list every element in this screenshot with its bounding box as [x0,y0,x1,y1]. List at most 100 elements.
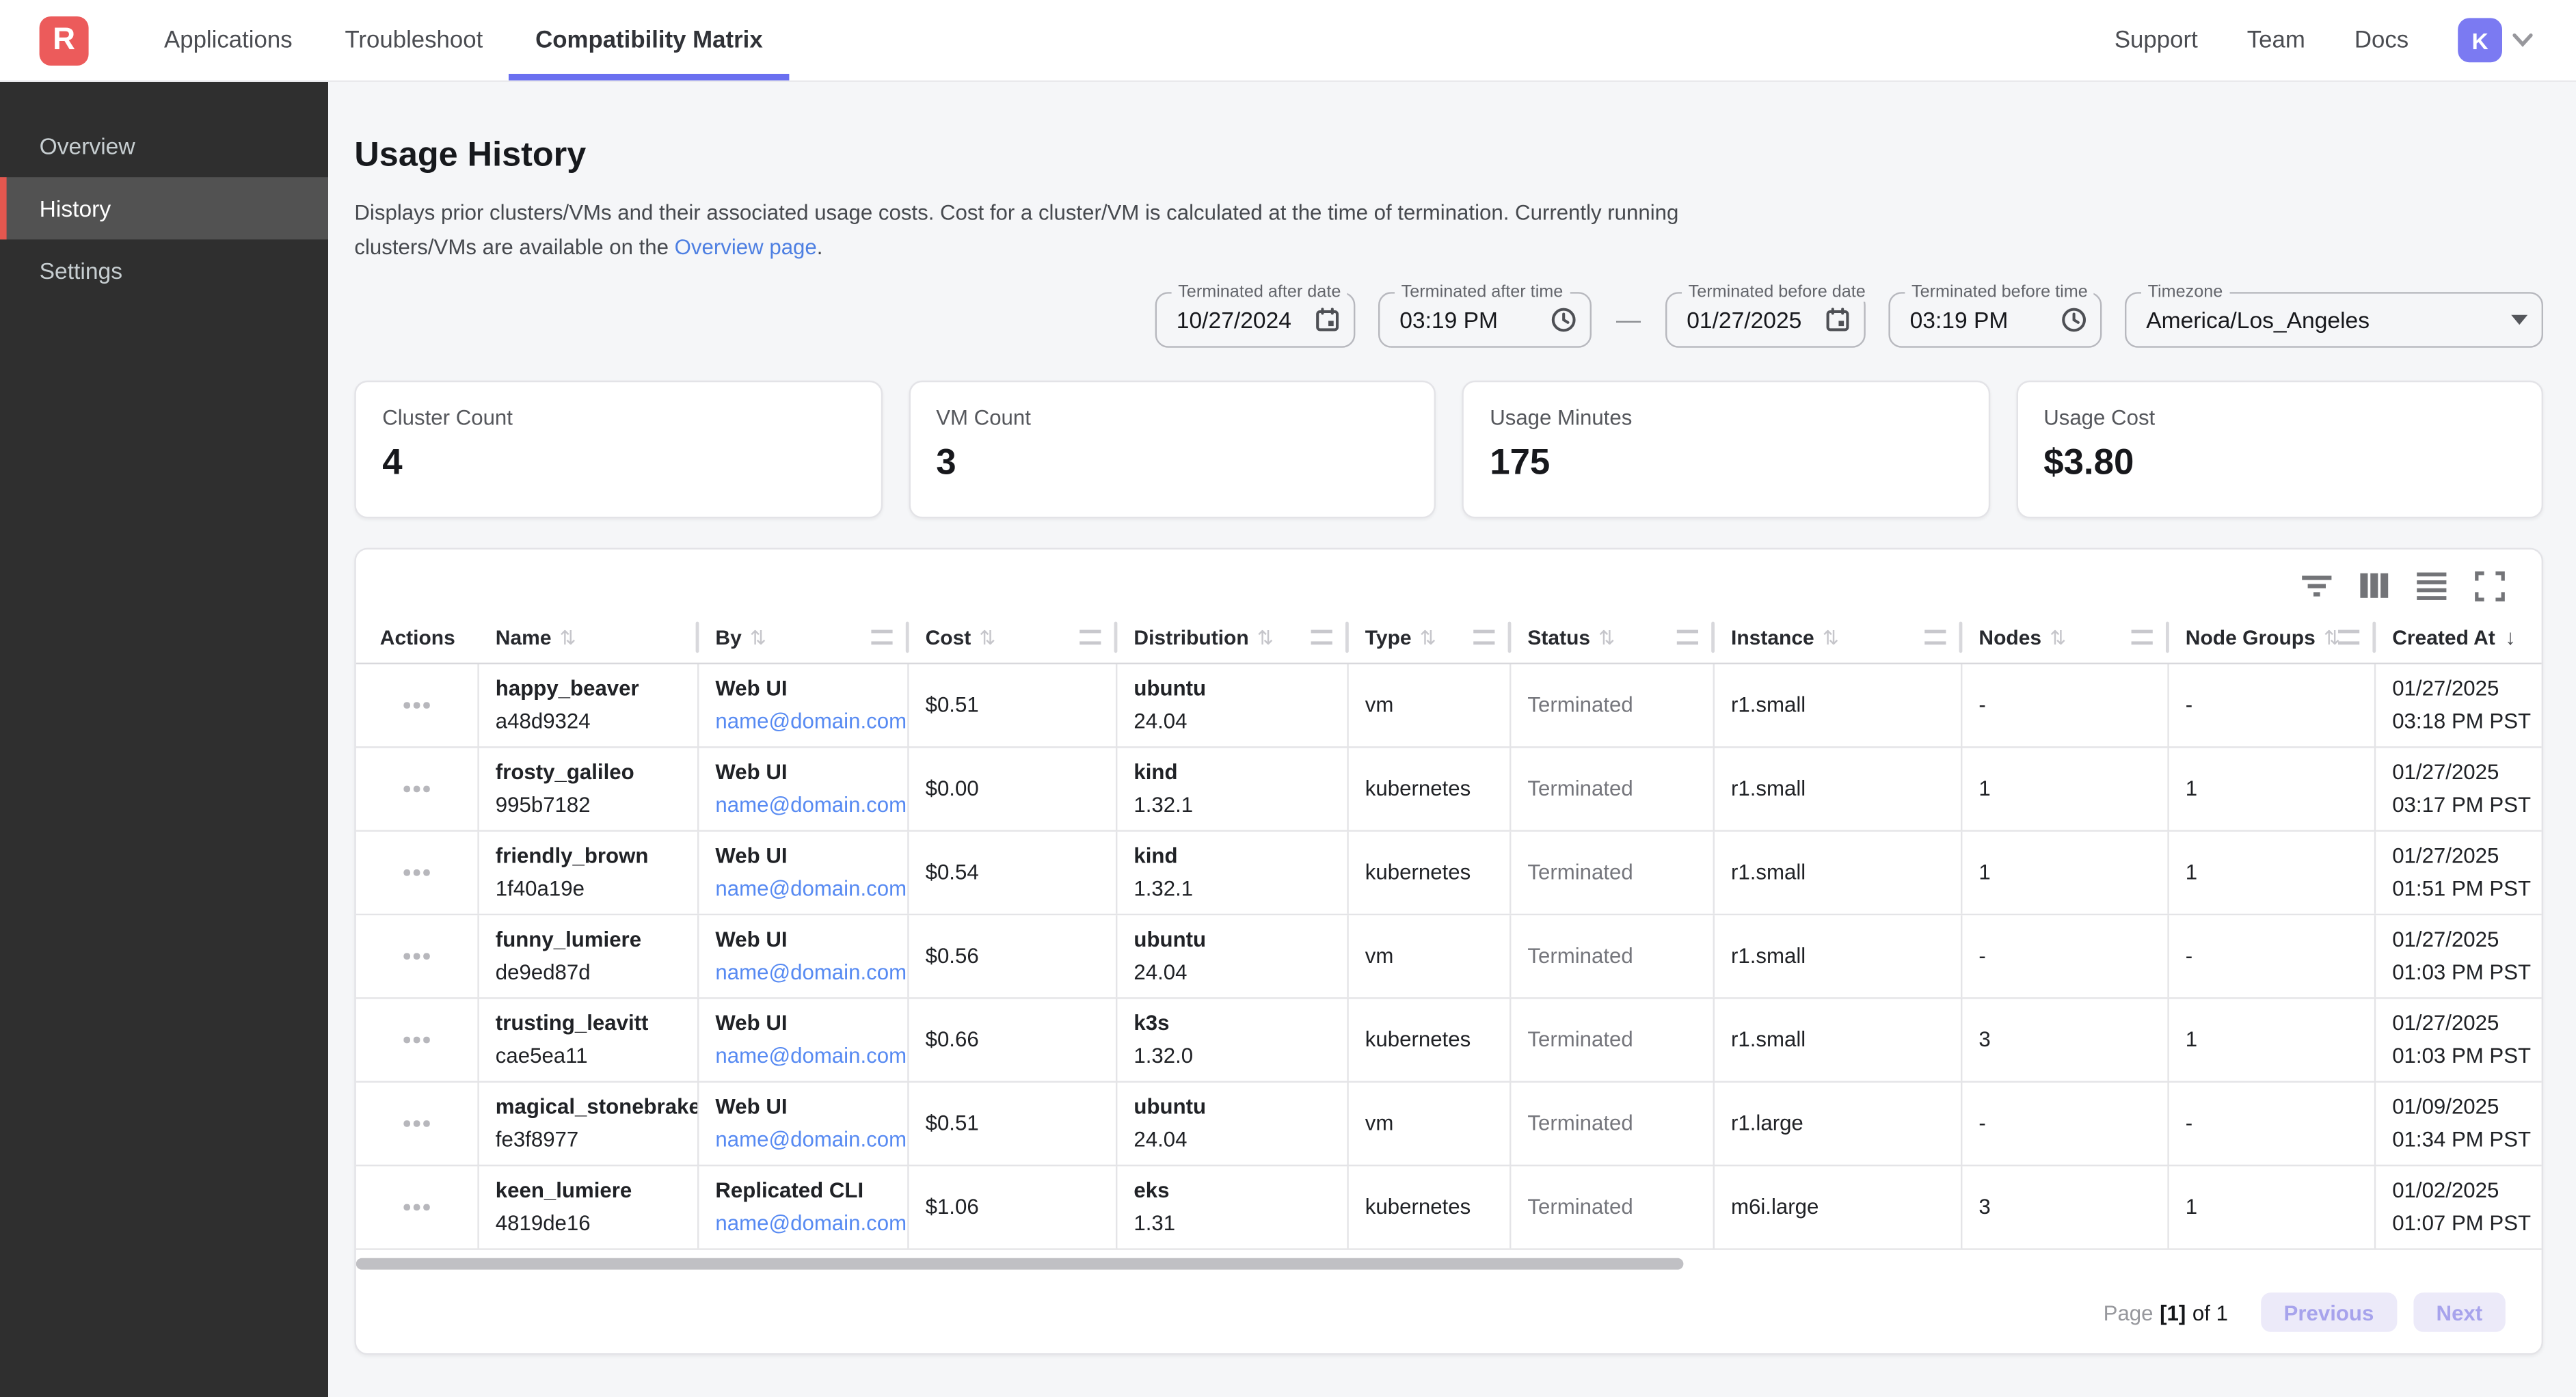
calendar-icon[interactable] [1314,307,1340,333]
tab-troubleshoot[interactable]: Troubleshoot [319,0,509,81]
actions-cell [356,915,479,997]
terminated-after-time-field[interactable]: Terminated after time 03:19 PM [1378,292,1592,348]
previous-button[interactable]: Previous [2261,1292,2397,1332]
type-cell: vm [1349,1083,1512,1165]
table-row: magical_stonebrakerfe3f8977 Web UIname@d… [356,1083,2542,1166]
name-cell: trusting_leavittcae5ea11 [479,999,699,1081]
type-cell: kubernetes [1349,999,1512,1081]
by-cell: Web UIname@domain.com [699,664,909,746]
nodes-cell: 1 [1962,748,2169,830]
distribution-cell: ubuntu24.04 [1117,1083,1348,1165]
email-link[interactable]: name@domain.com [715,705,907,738]
sort-icon[interactable]: ⇅ [979,626,995,649]
top-nav: R Applications Troubleshoot Compatibilit… [0,0,2576,82]
email-link[interactable]: name@domain.com [715,956,907,989]
filter-icon[interactable] [2300,569,2333,602]
sort-icon[interactable]: ⇅ [1823,626,1839,649]
distribution-cell: k3s1.32.0 [1117,999,1348,1081]
by-cell: Web UIname@domain.com [699,748,909,830]
sort-icon[interactable]: ⇅ [1420,626,1436,649]
instance-cell: r1.small [1715,915,1962,997]
page-description: Displays prior clusters/VMs and their as… [354,195,1683,265]
sort-icon[interactable]: ⇅ [750,626,766,649]
user-menu[interactable]: K [2458,18,2533,62]
column-menu-icon[interactable] [1079,630,1101,645]
more-options-button[interactable] [397,1027,435,1053]
created-at-cell: 01/27/202503:17 PM PST [2376,748,2541,830]
column-menu-icon[interactable] [871,630,892,645]
email-link[interactable]: name@domain.com [715,1207,907,1240]
distribution-cell: ubuntu24.04 [1117,664,1348,746]
more-options-button[interactable] [397,776,435,802]
instance-cell: r1.small [1715,664,1962,746]
next-button[interactable]: Next [2413,1292,2506,1332]
terminated-before-time-field[interactable]: Terminated before time 03:19 PM [1888,292,2102,348]
nav-link-support[interactable]: Support [2115,27,2198,53]
more-options-button[interactable] [397,1195,435,1220]
email-link[interactable]: name@domain.com [715,873,907,906]
nav-link-team[interactable]: Team [2247,27,2305,53]
column-menu-icon[interactable] [1311,630,1332,645]
columns-icon[interactable] [2358,569,2391,602]
dropdown-arrow-icon[interactable] [2510,314,2528,326]
avatar[interactable]: K [2458,18,2502,62]
header-cell-cost[interactable]: Cost ⇅ [909,612,1118,662]
column-menu-icon[interactable] [2132,630,2153,645]
table-row: funny_lumierede9ed87d Web UIname@domain.… [356,915,2542,999]
actions-cell [356,664,479,746]
tab-compatibility-matrix[interactable]: Compatibility Matrix [509,0,789,81]
status-cell: Terminated [1511,664,1715,746]
more-options-button[interactable] [397,860,435,885]
terminated-after-date-field[interactable]: Terminated after date 10/27/2024 [1155,292,1356,348]
overview-page-link[interactable]: Overview page [675,234,817,259]
more-options-button[interactable] [397,944,435,969]
sidebar-item-history[interactable]: History [0,177,328,239]
h-scrollbar-thumb[interactable] [356,1258,1684,1270]
column-menu-icon[interactable] [1924,630,1946,645]
nav-link-docs[interactable]: Docs [2354,27,2409,53]
sort-desc-icon[interactable]: ↓ [2505,625,2516,649]
clock-icon[interactable] [2061,307,2087,333]
fullscreen-icon[interactable] [2473,569,2506,602]
sort-icon[interactable]: ⇅ [2050,626,2066,649]
sort-icon[interactable]: ⇅ [1598,626,1615,649]
main-content: Usage History Displays prior clusters/VM… [328,82,2576,1397]
stats-row: Cluster Count 4 VM Count 3 Usage Minutes… [354,381,2543,519]
column-menu-icon[interactable] [1677,630,1698,645]
date-range-dash: — [1616,306,1641,334]
density-icon[interactable] [2415,569,2448,602]
header-cell-actions: Actions [356,612,479,662]
header-cell-type[interactable]: Type ⇅ [1349,612,1512,662]
header-cell-created-at[interactable]: Created At ↓ [2376,612,2541,662]
header-cell-status[interactable]: Status ⇅ [1511,612,1715,662]
chevron-down-icon [2512,33,2533,48]
sidebar-item-settings[interactable]: Settings [0,239,328,301]
more-options-button[interactable] [397,1111,435,1136]
name-cell: happy_beavera48d9324 [479,664,699,746]
column-menu-icon[interactable] [1473,630,1494,645]
header-cell-node-groups[interactable]: Node Groups ⇅ [2169,612,2376,662]
column-menu-icon[interactable] [2338,630,2359,645]
sidebar-item-overview[interactable]: Overview [0,115,328,177]
sort-icon[interactable]: ⇅ [1257,626,1274,649]
node-groups-cell: - [2169,915,2376,997]
type-cell: vm [1349,664,1512,746]
by-cell: Web UIname@domain.com [699,915,909,997]
header-cell-name[interactable]: Name ⇅ [479,612,699,662]
email-link[interactable]: name@domain.com [715,789,907,822]
pagination-of: of 1 [2192,1300,2228,1325]
timezone-select[interactable]: Timezone America/Los_Angeles [2125,292,2543,348]
tab-applications[interactable]: Applications [138,0,319,81]
app-logo[interactable]: R [40,16,89,65]
email-link[interactable]: name@domain.com [715,1124,907,1156]
header-cell-by[interactable]: By ⇅ [699,612,909,662]
sort-icon[interactable]: ⇅ [560,626,576,649]
clock-icon[interactable] [1551,307,1577,333]
header-cell-nodes[interactable]: Nodes ⇅ [1962,612,2169,662]
calendar-icon[interactable] [1825,307,1851,333]
terminated-before-date-field[interactable]: Terminated before date 01/27/2025 [1665,292,1866,348]
header-cell-distribution[interactable]: Distribution ⇅ [1117,612,1348,662]
email-link[interactable]: name@domain.com [715,1040,907,1073]
more-options-button[interactable] [397,692,435,718]
header-cell-instance[interactable]: Instance ⇅ [1715,612,1962,662]
